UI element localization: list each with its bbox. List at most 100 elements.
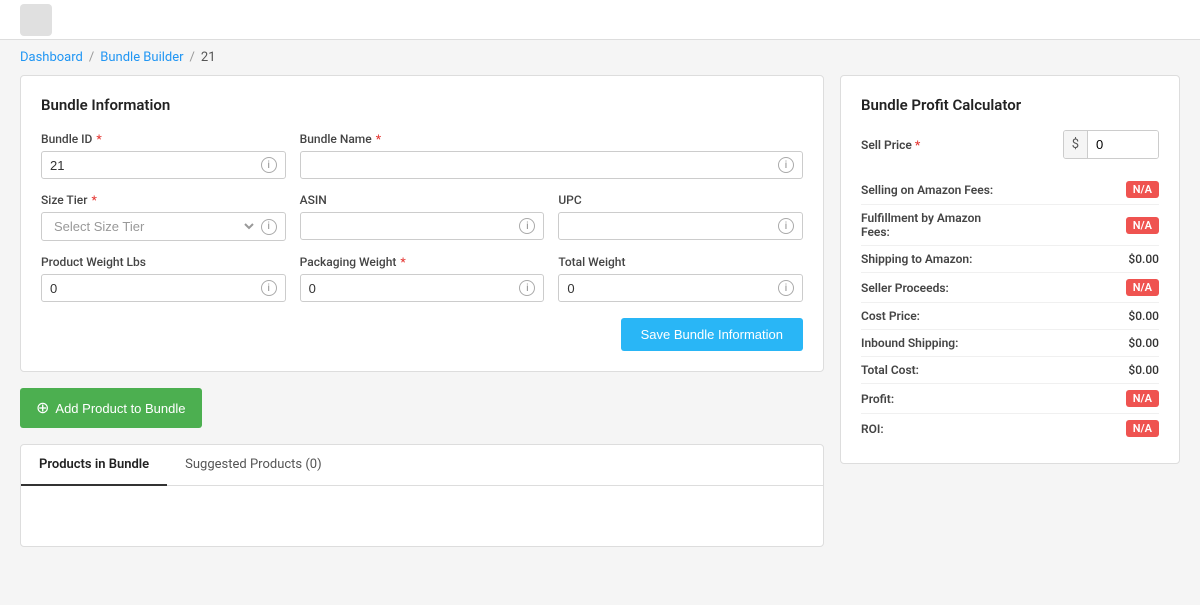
sell-price-dollar-sign: $ [1064,131,1088,158]
shipping-amazon-label: Shipping to Amazon: [861,252,972,266]
asin-label: ASIN [300,193,545,207]
bundle-id-required: * [96,132,101,146]
add-product-plus-icon: ⊕ [36,398,49,418]
amazon-fees-label: Selling on Amazon Fees: [861,183,993,197]
bundle-name-label: Bundle Name * [300,132,803,146]
breadcrumb: Dashboard / Bundle Builder / 21 [0,40,1200,75]
bundle-name-required: * [376,132,381,146]
asin-input[interactable] [309,219,516,234]
sell-price-row: Sell Price * $ [861,130,1159,159]
bundle-name-group: Bundle Name * i [300,132,803,179]
profit-calc-card: Bundle Profit Calculator Sell Price * $ … [840,75,1180,464]
bundle-info-title: Bundle Information [41,96,803,114]
size-tier-select-wrapper[interactable]: Select Size Tier Small Standard Large St… [41,212,286,241]
app-logo [20,4,52,36]
seller-proceeds-value: N/A [1126,279,1159,296]
upc-info-icon[interactable]: i [778,218,794,234]
bundle-name-input-wrapper[interactable]: i [300,151,803,179]
tabs-section: Products in Bundle Suggested Products (0… [20,444,824,547]
total-weight-label: Total Weight [558,255,803,269]
tab-products-in-bundle[interactable]: Products in Bundle [21,445,167,486]
bundle-id-info-icon[interactable]: i [261,157,277,173]
add-product-row: ⊕ Add Product to Bundle [20,388,824,428]
profit-value: N/A [1126,390,1159,407]
breadcrumb-dashboard[interactable]: Dashboard [20,50,83,65]
form-row-3: Product Weight Lbs i Packaging Weight * … [41,255,803,302]
asin-info-icon[interactable]: i [519,218,535,234]
main-layout: Bundle Information Bundle ID * i [0,75,1200,567]
packaging-weight-label: Packaging Weight * [300,255,545,269]
upc-label: UPC [558,193,803,207]
add-product-label: Add Product to Bundle [55,401,185,416]
total-weight-group: Total Weight i [558,255,803,302]
breadcrumb-bundle-builder[interactable]: Bundle Builder [100,50,183,65]
inbound-shipping-label: Inbound Shipping: [861,336,958,350]
profit-label: Profit: [861,392,894,406]
calc-row-roi: ROI: N/A [861,414,1159,443]
size-tier-required: * [91,193,96,207]
tab-suggested-products[interactable]: Suggested Products (0) [167,445,339,486]
size-tier-info-icon[interactable]: i [261,219,277,235]
bundle-name-info-icon[interactable]: i [778,157,794,173]
total-weight-input[interactable] [567,281,774,296]
sell-price-input-group[interactable]: $ [1063,130,1159,159]
calc-row-inbound-shipping: Inbound Shipping: $0.00 [861,330,1159,357]
form-row-1: Bundle ID * i Bundle Name * [41,132,803,179]
upc-input-wrapper[interactable]: i [558,212,803,240]
calc-row-profit: Profit: N/A [861,384,1159,414]
asin-input-wrapper[interactable]: i [300,212,545,240]
profit-calc-title: Bundle Profit Calculator [861,96,1159,114]
packaging-weight-required: * [400,255,405,269]
packaging-weight-input-wrapper[interactable]: i [300,274,545,302]
sell-price-input[interactable] [1088,131,1158,158]
product-weight-group: Product Weight Lbs i [41,255,286,302]
left-panel: Bundle Information Bundle ID * i [20,75,824,547]
calc-rows: Selling on Amazon Fees: N/A Fulfillment … [861,175,1159,443]
calc-row-amazon-fees: Selling on Amazon Fees: N/A [861,175,1159,205]
calc-row-shipping-amazon: Shipping to Amazon: $0.00 [861,246,1159,273]
save-btn-row: Save Bundle Information [41,318,803,351]
roi-label: ROI: [861,422,884,436]
bundle-name-input[interactable] [309,158,774,173]
calc-row-total-cost: Total Cost: $0.00 [861,357,1159,384]
bundle-id-group: Bundle ID * i [41,132,286,179]
size-tier-label: Size Tier * [41,193,286,207]
asin-group: ASIN i [300,193,545,241]
sell-price-required: * [915,138,920,152]
top-bar [0,0,1200,40]
add-product-button[interactable]: ⊕ Add Product to Bundle [20,388,202,428]
tab-content [21,486,823,546]
amazon-fees-value: N/A [1126,181,1159,198]
size-tier-group: Size Tier * Select Size Tier Small Stand… [41,193,286,241]
product-weight-input-wrapper[interactable]: i [41,274,286,302]
packaging-weight-input[interactable] [309,281,516,296]
cost-price-value: $0.00 [1128,309,1159,323]
total-weight-input-wrapper[interactable]: i [558,274,803,302]
breadcrumb-sep-1: / [89,50,94,65]
cost-price-label: Cost Price: [861,309,920,323]
roi-value: N/A [1126,420,1159,437]
breadcrumb-current: 21 [201,50,216,65]
upc-input[interactable] [567,219,774,234]
calc-row-cost-price: Cost Price: $0.00 [861,303,1159,330]
breadcrumb-sep-2: / [190,50,195,65]
total-cost-value: $0.00 [1128,363,1159,377]
right-panel: Bundle Profit Calculator Sell Price * $ … [840,75,1180,547]
inbound-shipping-value: $0.00 [1128,336,1159,350]
bundle-id-input[interactable] [50,158,257,173]
packaging-weight-group: Packaging Weight * i [300,255,545,302]
total-weight-info-icon[interactable]: i [778,280,794,296]
bundle-id-input-wrapper[interactable]: i [41,151,286,179]
product-weight-input[interactable] [50,281,257,296]
upc-group: UPC i [558,193,803,241]
form-row-2: Size Tier * Select Size Tier Small Stand… [41,193,803,241]
bundle-info-card: Bundle Information Bundle ID * i [20,75,824,372]
save-bundle-button[interactable]: Save Bundle Information [621,318,803,351]
packaging-weight-info-icon[interactable]: i [519,280,535,296]
size-tier-select[interactable]: Select Size Tier Small Standard Large St… [50,218,257,235]
sell-price-label: Sell Price * [861,138,1055,152]
fba-fees-value: N/A [1126,217,1159,234]
seller-proceeds-label: Seller Proceeds: [861,281,949,295]
shipping-amazon-value: $0.00 [1128,252,1159,266]
product-weight-info-icon[interactable]: i [261,280,277,296]
